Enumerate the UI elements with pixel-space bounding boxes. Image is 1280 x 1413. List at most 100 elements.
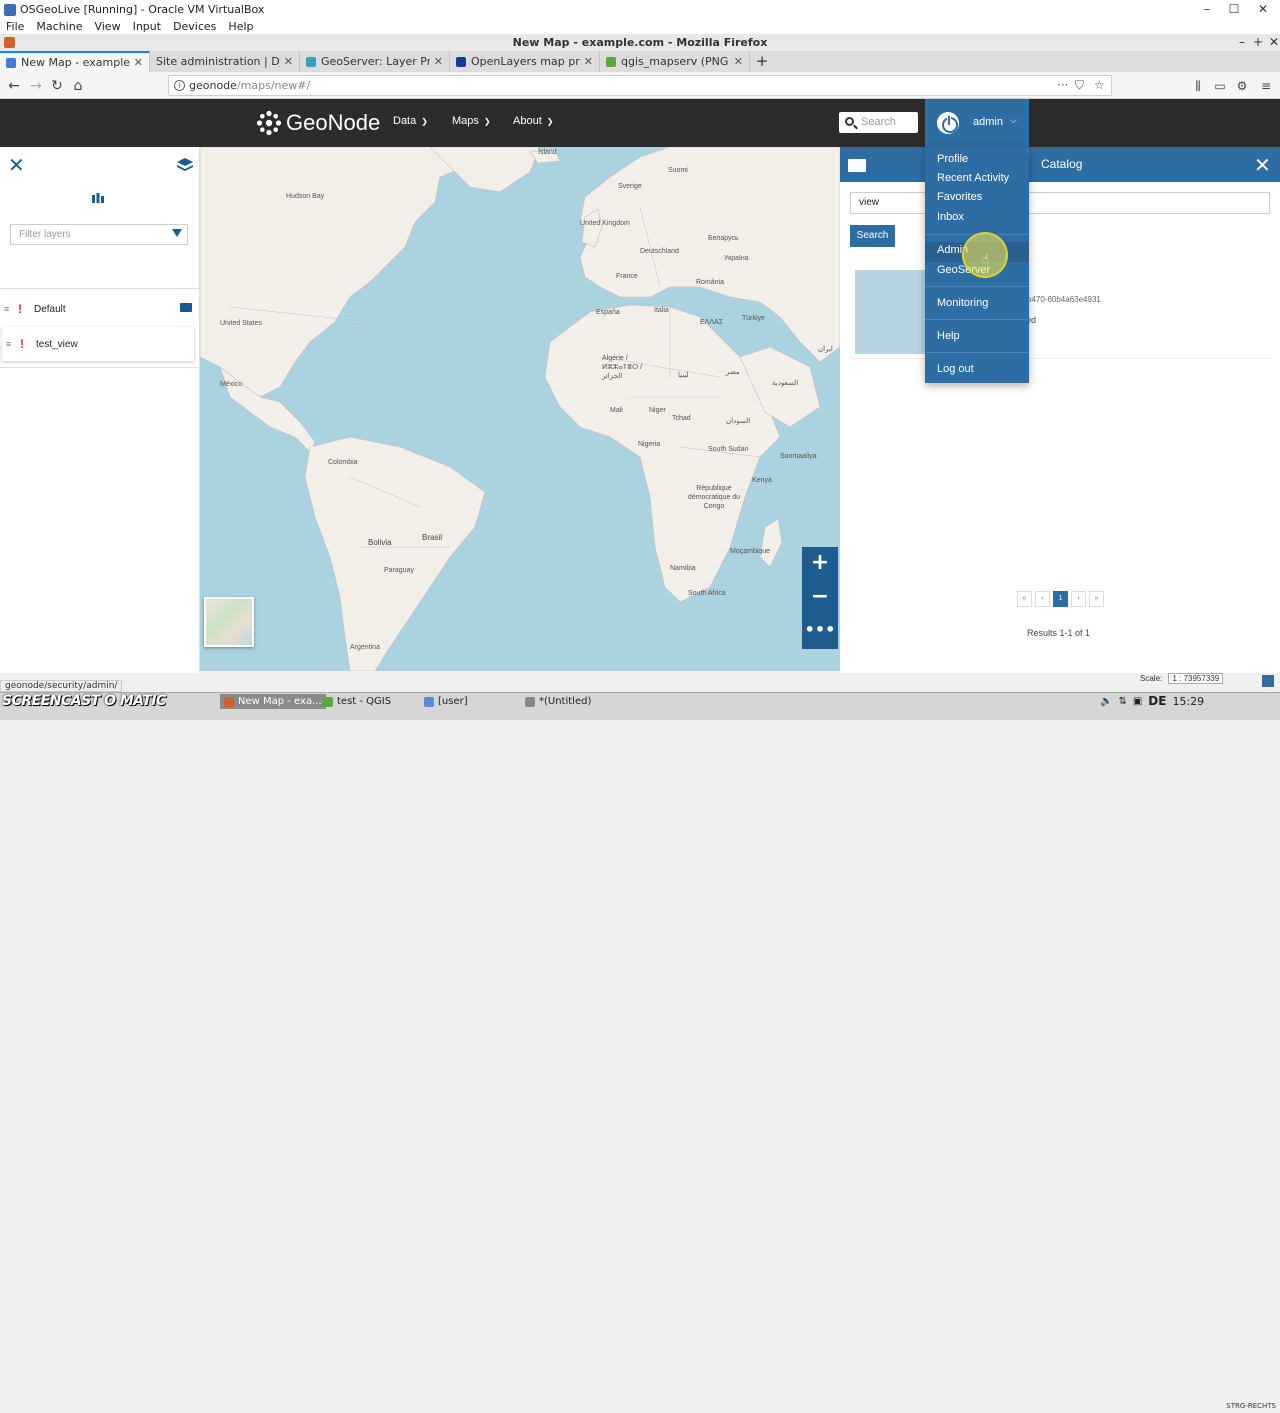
zoom-out-button[interactable]: − — [802, 581, 838, 615]
geonode-logo[interactable]: GeoNode — [256, 107, 380, 139]
vbox-title: OSGeoLive [Running] - Oracle VM VirtualB… — [20, 3, 265, 16]
close-catalog-icon[interactable]: ✕ — [1254, 153, 1271, 177]
minimize-icon[interactable]: – — [1196, 0, 1218, 19]
clipboard-icon[interactable]: ▣ — [1133, 696, 1142, 707]
back-icon[interactable]: ← — [4, 76, 24, 96]
tab-new-map[interactable]: New Map - example.com ✕ — [0, 51, 150, 72]
close-icon[interactable]: ✕ — [1252, 0, 1274, 19]
catalog-search-value: view — [859, 197, 880, 208]
page-1[interactable]: 1 — [1053, 591, 1068, 607]
filter-layers-input[interactable]: Filter layers — [10, 224, 188, 245]
keyboard-layout[interactable]: DE — [1148, 694, 1166, 708]
hamburger-menu-icon[interactable]: ≡ — [1256, 76, 1276, 96]
divider — [0, 288, 200, 289]
scale-value[interactable]: 1 : 73957339 — [1168, 673, 1224, 684]
layer-groups-icon[interactable] — [92, 193, 104, 203]
taskbar-item-firefox[interactable]: New Map - exa... — [220, 694, 326, 709]
tab-close-icon[interactable]: ✕ — [434, 55, 443, 68]
map-canvas[interactable]: Ísland Sverige Suomi Hudson Bay United K… — [200, 147, 840, 671]
tab-site-admin[interactable]: Site administration | Django ✕ — [150, 51, 300, 72]
menu-item-log-out[interactable]: Log out — [937, 363, 974, 375]
system-tray: 🔈 ⇅ ▣ DE 15:29 — [1100, 694, 1204, 708]
divider — [0, 367, 200, 368]
tab-close-icon[interactable]: ✕ — [584, 55, 593, 68]
layers-icon[interactable] — [176, 157, 194, 173]
maximize-icon[interactable]: ☐ — [1223, 0, 1245, 19]
new-tab-button[interactable]: + — [750, 51, 774, 72]
tab-close-icon[interactable]: ✕ — [284, 55, 293, 68]
clock[interactable]: 15:29 — [1172, 695, 1204, 708]
nav-data[interactable]: Data ❯ — [393, 115, 428, 127]
menu-item-monitoring[interactable]: Monitoring — [937, 297, 988, 309]
home-icon[interactable]: ⌂ — [68, 76, 88, 96]
nav-about[interactable]: About ❯ — [513, 115, 553, 127]
network-icon[interactable]: ⇅ — [1118, 696, 1126, 707]
filter-icon[interactable] — [172, 229, 182, 237]
page-prev[interactable]: ‹ — [1035, 591, 1050, 607]
menu-input[interactable]: Input — [133, 20, 161, 33]
tab-label: New Map - example.com — [21, 56, 130, 69]
page-next[interactable]: › — [1071, 591, 1086, 607]
user-menu-toggle[interactable]: admin ⌵ — [925, 99, 1029, 147]
volume-icon[interactable]: 🔈 — [1100, 696, 1112, 707]
tab-openlayers[interactable]: OpenLayers map preview ✕ — [450, 51, 600, 72]
map-label: Deutschland — [640, 248, 679, 255]
menu-machine[interactable]: Machine — [36, 20, 82, 33]
menu-item-profile[interactable]: Profile — [937, 153, 968, 165]
catalog-search-input[interactable]: view — [850, 192, 1270, 214]
page-first[interactable]: « — [1017, 591, 1032, 607]
pocket-icon[interactable]: ⛉ — [1075, 76, 1084, 95]
taskbar-label: [user] — [438, 696, 468, 707]
close-panel-icon[interactable]: ✕ — [8, 155, 25, 175]
tab-close-icon[interactable]: ✕ — [734, 55, 743, 68]
tab-close-icon[interactable]: ✕ — [134, 56, 143, 69]
page-last[interactable]: » — [1089, 591, 1104, 607]
catalog-search-button[interactable]: Search — [850, 225, 895, 247]
tab-geoserver[interactable]: GeoServer: Layer Preview ✕ — [300, 51, 450, 72]
bookmark-star-icon[interactable]: ☆ — [1094, 76, 1105, 95]
map-label: España — [596, 309, 620, 316]
layer-group-default[interactable]: ≡ ! Default — [0, 299, 196, 319]
library-icon[interactable]: ⫼ — [1188, 76, 1208, 96]
menu-item-inbox[interactable]: Inbox — [937, 211, 964, 223]
forward-icon[interactable]: → — [26, 76, 46, 96]
map-label: South Africa — [688, 590, 726, 597]
menu-help[interactable]: Help — [228, 20, 253, 33]
username: admin — [973, 116, 1003, 128]
basemap-switcher[interactable] — [204, 597, 254, 647]
page-actions-icon[interactable]: ··· — [1057, 76, 1068, 95]
virtualbox-icon — [4, 3, 16, 16]
nav-maps[interactable]: Maps ❯ — [452, 115, 491, 127]
taskbar-item-qgis[interactable]: test - QGIS — [323, 694, 391, 709]
taskbar-item-user-folder[interactable]: [user] — [424, 694, 468, 709]
extension-icon[interactable]: ⚙ — [1232, 76, 1252, 96]
map-label: Algérie / ⵍⵣⵣⴰⵢⴻⵔ / الجزائر — [602, 355, 643, 380]
layer-item-test-view[interactable]: ≡ ! test_view — [2, 327, 194, 361]
divider — [925, 319, 1029, 320]
map-label: Україна — [724, 255, 749, 262]
url-bar[interactable]: i geonode/maps/new#/ ··· ⛉ ☆ — [168, 75, 1112, 96]
menu-item-recent-activity[interactable]: Recent Activity — [937, 172, 1009, 184]
header-search-input[interactable]: Search — [839, 112, 918, 133]
menu-item-help[interactable]: Help — [937, 330, 960, 342]
zoom-in-button[interactable]: + — [802, 547, 838, 581]
menu-item-favorites[interactable]: Favorites — [937, 191, 982, 203]
drag-handle-icon[interactable]: ≡ — [4, 305, 10, 314]
menu-devices[interactable]: Devices — [173, 20, 216, 33]
menu-view[interactable]: View — [94, 20, 120, 33]
sidebar-icon[interactable]: ▭ — [1210, 76, 1230, 96]
drag-handle-icon[interactable]: ≡ — [6, 340, 12, 349]
menu-file[interactable]: File — [6, 20, 24, 33]
tab-qgis-mapserv[interactable]: qgis_mapserv (PNG Image ✕ — [600, 51, 750, 72]
record-thumbnail[interactable] — [855, 270, 925, 354]
map-label: ایران — [818, 346, 833, 353]
reload-icon[interactable]: ↻ — [47, 76, 67, 96]
map-info-icon[interactable] — [1262, 675, 1274, 687]
scale-selector[interactable]: Scale: 1 : 73957339 — [1140, 673, 1224, 684]
ff-minimize-icon[interactable]: – — [1234, 34, 1250, 51]
taskbar-item-editor[interactable]: *(Untitled) — [525, 694, 591, 709]
more-tools-button[interactable]: ••• — [802, 615, 838, 649]
ff-close-icon[interactable]: ✕ — [1266, 34, 1280, 51]
info-icon[interactable]: i — [174, 80, 185, 91]
ff-maximize-icon[interactable]: + — [1250, 34, 1266, 51]
